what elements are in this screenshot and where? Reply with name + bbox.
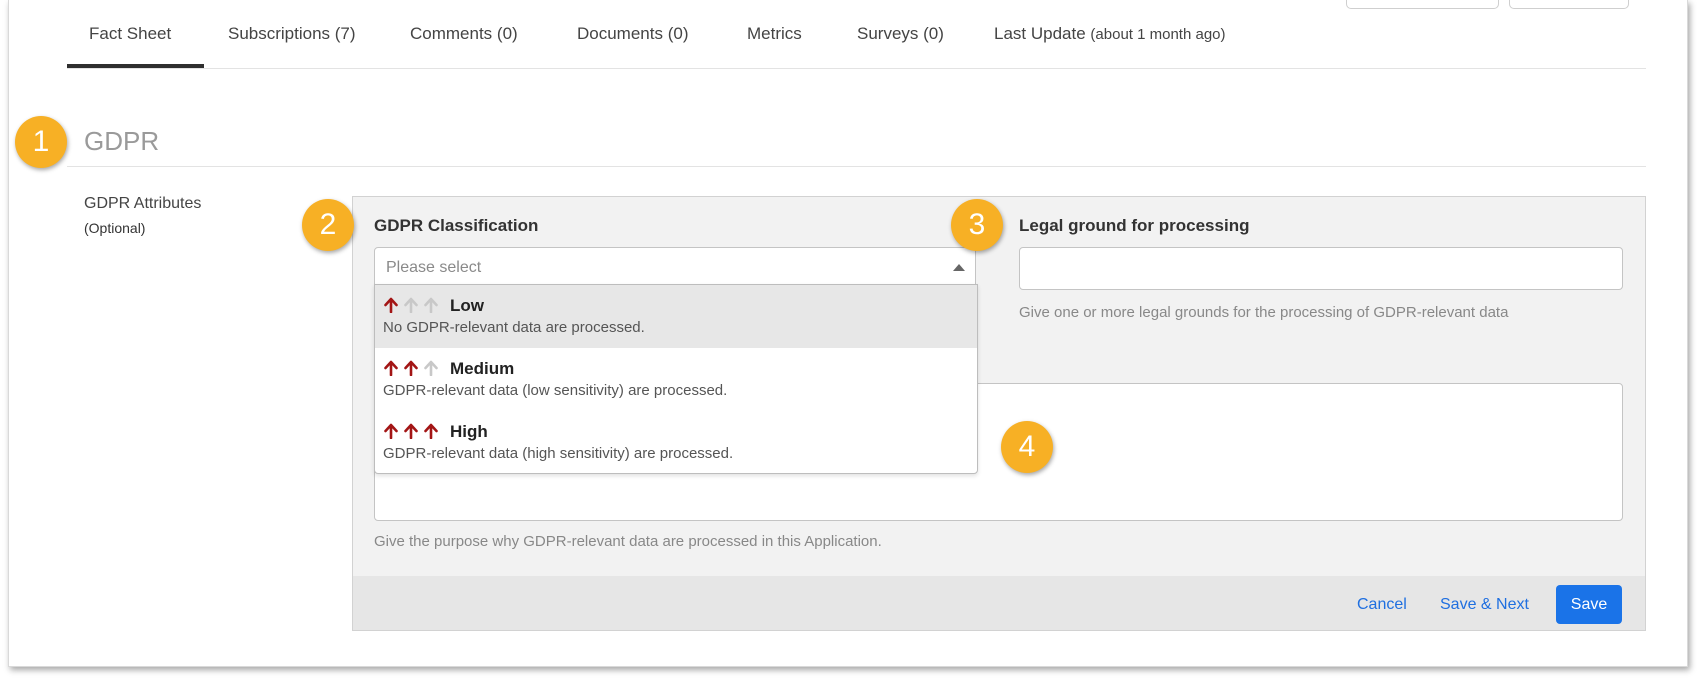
tab-label: Subscriptions (7)	[228, 24, 356, 43]
tab-documents[interactable]: Documents (0)	[577, 24, 688, 44]
sensitivity-arrows	[383, 360, 439, 376]
arrow-up-icon	[424, 423, 438, 439]
legal-ground-input[interactable]	[1019, 247, 1623, 290]
gdpr-attributes-label: GDPR Attributes	[84, 195, 202, 212]
option-medium[interactable]: Medium GDPR-relevant data (low sensitivi…	[375, 348, 977, 411]
save-button[interactable]: Save	[1556, 585, 1622, 624]
tab-fact-sheet[interactable]: Fact Sheet	[89, 24, 171, 44]
active-tab-indicator	[67, 64, 204, 68]
callout-badge-1: 1	[15, 116, 67, 168]
tab-label: Last Update	[994, 24, 1086, 43]
cancel-button[interactable]: Cancel	[1357, 596, 1407, 614]
option-title: High	[450, 422, 488, 441]
legal-ground-label: Legal ground for processing	[1019, 216, 1250, 235]
legal-ground-help: Give one or more legal grounds for the p…	[1019, 304, 1509, 321]
tab-label: Fact Sheet	[89, 24, 172, 43]
gdpr-classification-select[interactable]: Please select	[374, 247, 976, 287]
tab-surveys[interactable]: Surveys (0)	[857, 24, 944, 44]
callout-badge-4: 4	[1001, 421, 1053, 473]
tab-label: Metrics	[747, 24, 802, 43]
tab-comments[interactable]: Comments (0)	[410, 24, 518, 44]
tab-last-update[interactable]: Last Update (about 1 month ago)	[994, 24, 1226, 44]
gdpr-classification-label: GDPR Classification	[374, 216, 539, 235]
option-title: Medium	[450, 359, 515, 378]
arrow-up-icon	[404, 360, 418, 376]
arrow-up-icon	[404, 423, 418, 439]
option-high[interactable]: High GDPR-relevant data (high sensitivit…	[375, 411, 977, 473]
optional-label: (Optional)	[84, 220, 146, 236]
arrow-up-icon	[384, 360, 398, 376]
option-description: No GDPR-relevant data are processed.	[383, 319, 645, 336]
last-update-relative-time: (about 1 month ago)	[1090, 26, 1226, 43]
sensitivity-arrows	[383, 423, 439, 439]
sensitivity-arrows	[383, 297, 439, 313]
arrow-up-icon	[404, 297, 418, 313]
callout-badge-2: 2	[302, 199, 354, 251]
arrow-up-icon	[384, 297, 398, 313]
processing-purpose-help: Give the purpose why GDPR-relevant data …	[374, 533, 882, 550]
gdpr-classification-dropdown: Low No GDPR-relevant data are processed.…	[374, 284, 978, 474]
fact-sheet-page: Fact Sheet Subscriptions (7) Comments (0…	[8, 0, 1688, 667]
option-low[interactable]: Low No GDPR-relevant data are processed.	[375, 285, 977, 348]
tab-label: Surveys (0)	[857, 24, 944, 43]
option-title: Low	[450, 296, 484, 315]
tab-label: Documents (0)	[577, 24, 689, 43]
save-and-next-button[interactable]: Save & Next	[1440, 596, 1529, 614]
tab-subscriptions[interactable]: Subscriptions (7)	[228, 24, 356, 44]
tab-label: Comments (0)	[410, 24, 518, 43]
tab-bar: Fact Sheet Subscriptions (7) Comments (0…	[67, 0, 1646, 69]
arrow-up-icon	[424, 360, 438, 376]
arrow-up-icon	[384, 423, 398, 439]
arrow-up-icon	[424, 297, 438, 313]
callout-badge-3: 3	[951, 199, 1003, 251]
select-placeholder: Please select	[386, 259, 482, 276]
tab-metrics[interactable]: Metrics	[747, 24, 802, 44]
section-divider	[67, 166, 1646, 167]
caret-up-icon	[953, 264, 965, 271]
section-title: GDPR	[84, 126, 160, 156]
option-description: GDPR-relevant data (low sensitivity) are…	[383, 382, 728, 399]
option-description: GDPR-relevant data (high sensitivity) ar…	[383, 445, 734, 462]
